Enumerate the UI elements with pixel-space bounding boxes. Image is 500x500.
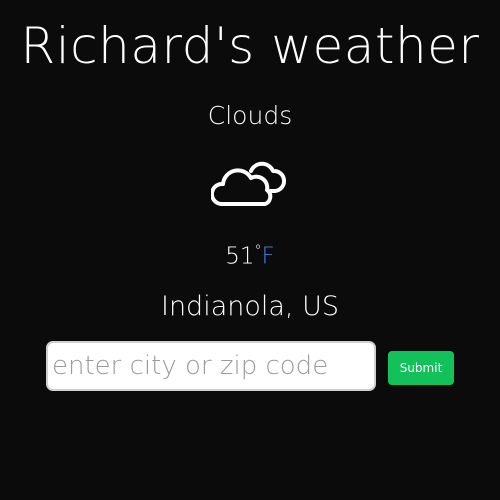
weather-app: Richard's weather Clouds 51°F Indianola,…: [0, 0, 500, 500]
temperature-unit-toggle[interactable]: F: [262, 244, 275, 270]
page-title: Richard's weather: [20, 17, 480, 75]
weather-condition: Clouds: [207, 101, 293, 130]
temperature-display: 51°F: [0, 236, 500, 272]
city-search-input[interactable]: [46, 341, 376, 391]
degree-symbol: °: [254, 243, 262, 259]
submit-button[interactable]: Submit: [388, 351, 454, 385]
location-label: Indianola, US: [160, 291, 339, 322]
temperature-value: 51: [225, 243, 255, 270]
clouds-icon: [211, 161, 286, 206]
